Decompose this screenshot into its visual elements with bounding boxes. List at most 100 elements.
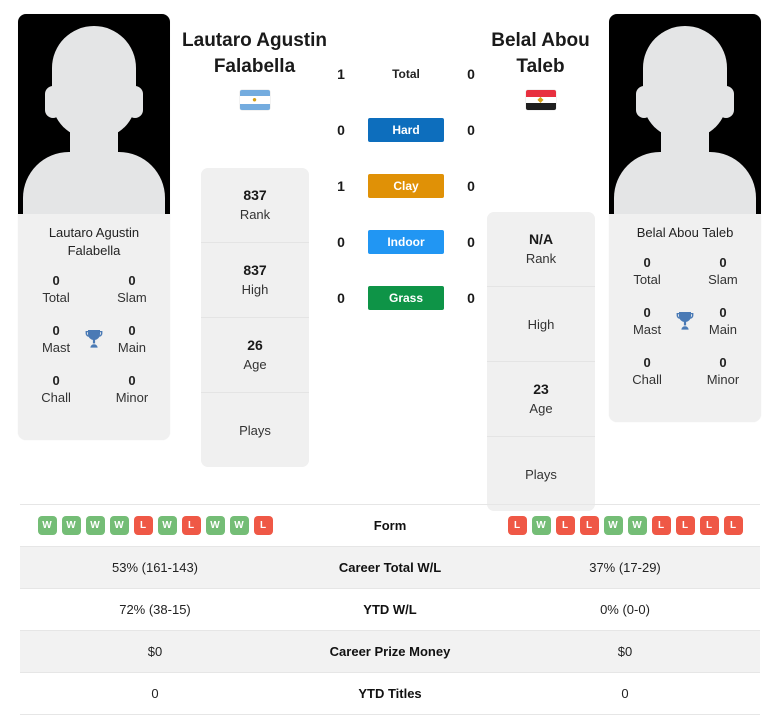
titles-total-right: 0 Total bbox=[623, 254, 671, 288]
surface-score-right-hard: 0 bbox=[467, 122, 475, 138]
high-value-left: 837 bbox=[243, 262, 267, 278]
titles-mast-value-left: 0 bbox=[52, 323, 60, 338]
titles-slam-label-left: Slam bbox=[117, 290, 147, 305]
rank-value-left: 837 bbox=[243, 187, 267, 203]
stat-label-ytd_titles: YTD Titles bbox=[358, 686, 422, 701]
titles-row-chall-minor-right: 0 Chall 0 Minor bbox=[609, 354, 761, 388]
surface-score-left-clay: 1 bbox=[337, 178, 345, 194]
form-chip-left-6[interactable]: L bbox=[181, 516, 201, 535]
titles-main-value-right: 0 bbox=[719, 305, 727, 320]
titles-grid-left: 0 Total 0 Slam 0 Mast 0 Main 0 Chall 0 M… bbox=[18, 272, 170, 440]
titles-mast-left: 0 Mast bbox=[32, 322, 80, 356]
stat-value-left-ytd_wl: 72% (38-15) bbox=[119, 602, 191, 617]
form-chip-right-0[interactable]: L bbox=[507, 516, 527, 535]
comparison-stats-table: W W W W L W L W W L Form L W L L W W L L L L 53% (161-143) Car… bbox=[20, 504, 760, 715]
age-label-right: Age bbox=[529, 401, 553, 416]
stat-label-ytd_wl: YTD W/L bbox=[363, 602, 417, 617]
high-label-left: High bbox=[241, 282, 269, 297]
player-card-right[interactable]: Belal Abou Taleb 0 Total 0 Slam 0 Mast 0… bbox=[609, 14, 761, 422]
form-chip-left-8[interactable]: W bbox=[229, 516, 249, 535]
stat-value-left-career_total_wl: 53% (161-143) bbox=[112, 560, 198, 575]
high-cell-left: 837 High bbox=[201, 243, 309, 318]
form-chip-right-1[interactable]: W bbox=[531, 516, 551, 535]
titles-chall-right: 0 Chall bbox=[623, 354, 671, 388]
egypt-flag-icon: ◆ bbox=[525, 90, 556, 110]
avatar-ear-right bbox=[127, 86, 143, 118]
form-chip-left-0[interactable]: W bbox=[37, 516, 57, 535]
titles-chall-label-right: Chall bbox=[632, 372, 662, 387]
surface-score-right-clay: 0 bbox=[467, 178, 475, 194]
surface-badge-grass: Grass bbox=[368, 286, 444, 310]
form-chip-left-3[interactable]: W bbox=[109, 516, 129, 535]
form-chip-left-4[interactable]: L bbox=[133, 516, 153, 535]
form-chip-left-7[interactable]: W bbox=[205, 516, 225, 535]
titles-slam-value-right: 0 bbox=[719, 255, 727, 270]
stat-label-career_total_wl: Career Total W/L bbox=[338, 560, 442, 575]
titles-spacer-right bbox=[671, 254, 699, 259]
age-value-left: 26 bbox=[247, 337, 263, 353]
surface-row-grass: 0 Grass 0 bbox=[330, 284, 482, 312]
table-row: $0 Career Prize Money $0 bbox=[20, 631, 760, 673]
form-chip-right-4[interactable]: W bbox=[603, 516, 623, 535]
surface-score-left-hard: 0 bbox=[337, 122, 345, 138]
avatar-ear-left bbox=[636, 86, 652, 118]
surface-row-clay: 1 Clay 0 bbox=[330, 172, 482, 200]
stat-value-right-ytd_titles: 0 bbox=[621, 686, 629, 701]
titles-spacer2-left bbox=[80, 372, 108, 377]
titles-chall-value-right: 0 bbox=[643, 355, 651, 370]
stat-value-right-ytd_wl: 0% (0-0) bbox=[600, 602, 650, 617]
player-card-name-right: Belal Abou Taleb bbox=[609, 214, 761, 254]
stat-value-left-ytd_titles: 0 bbox=[151, 686, 159, 701]
age-cell-left: 26 Age bbox=[201, 318, 309, 393]
stat-value-right-career_total_wl: 37% (17-29) bbox=[589, 560, 661, 575]
surface-score-right-total: 0 bbox=[467, 66, 475, 82]
form-chip-right-7[interactable]: L bbox=[675, 516, 695, 535]
titles-chall-label-left: Chall bbox=[41, 390, 71, 405]
form-chip-right-3[interactable]: L bbox=[579, 516, 599, 535]
player-card-name-line1-left: Lautaro Agustin bbox=[48, 225, 140, 240]
form-chip-right-6[interactable]: L bbox=[651, 516, 671, 535]
age-label-left: Age bbox=[243, 357, 267, 372]
titles-mast-value-right: 0 bbox=[643, 305, 651, 320]
high-cell-right: High bbox=[487, 287, 595, 362]
stat-value-right-form: LWLLWWLLLL bbox=[490, 516, 760, 535]
titles-slam-value-left: 0 bbox=[128, 273, 136, 288]
form-chip-left-9[interactable]: L bbox=[253, 516, 273, 535]
surface-row-indoor: 0 Indoor 0 bbox=[330, 228, 482, 256]
rank-label-right: Rank bbox=[525, 251, 557, 266]
form-chip-left-5[interactable]: W bbox=[157, 516, 177, 535]
titles-minor-value-left: 0 bbox=[128, 373, 136, 388]
form-chip-right-2[interactable]: L bbox=[555, 516, 575, 535]
form-chip-right-5[interactable]: W bbox=[627, 516, 647, 535]
surface-badge-hard: Hard bbox=[368, 118, 444, 142]
titles-chall-value-left: 0 bbox=[52, 373, 60, 388]
plays-cell-left: Plays bbox=[201, 393, 309, 467]
sun-emblem-icon: ● bbox=[252, 95, 257, 104]
form-strip-left: WWWWLWLWWL bbox=[20, 516, 290, 535]
titles-row-mast-main-left: 0 Mast 0 Main bbox=[18, 322, 170, 356]
trophy-icon bbox=[671, 304, 699, 333]
rank-stack-left: 837 Rank 837 High 26 Age Plays bbox=[201, 168, 309, 467]
titles-total-label-right: Total bbox=[633, 272, 661, 287]
surface-head-to-head-column: 1 Total 0 0 Hard 0 1 Clay 0 0 Indoor 0 0 Grass 0 bbox=[330, 60, 482, 312]
surface-score-left-indoor: 0 bbox=[337, 234, 345, 250]
form-chip-left-2[interactable]: W bbox=[85, 516, 105, 535]
age-cell-right: 23 Age bbox=[487, 362, 595, 437]
form-strip-right: LWLLWWLLLL bbox=[490, 516, 760, 535]
form-chip-right-8[interactable]: L bbox=[699, 516, 719, 535]
titles-chall-left: 0 Chall bbox=[32, 372, 80, 406]
titles-row-chall-minor-left: 0 Chall 0 Minor bbox=[18, 372, 170, 406]
titles-total-left: 0 Total bbox=[32, 272, 80, 306]
avatar-shoulders bbox=[23, 152, 165, 214]
surface-badge-total: Total bbox=[392, 67, 420, 81]
titles-mast-label-right: Mast bbox=[632, 322, 662, 337]
player-card-left[interactable]: Lautaro Agustin Falabella 0 Total 0 Slam… bbox=[18, 14, 170, 440]
surface-score-left-grass: 0 bbox=[337, 290, 345, 306]
form-chip-right-9[interactable]: L bbox=[723, 516, 743, 535]
trophy-icon bbox=[80, 322, 108, 351]
form-chip-left-1[interactable]: W bbox=[61, 516, 81, 535]
titles-main-label-left: Main bbox=[117, 340, 147, 355]
avatar-shoulders bbox=[614, 152, 756, 214]
titles-minor-value-right: 0 bbox=[719, 355, 727, 370]
titles-total-value-left: 0 bbox=[52, 273, 60, 288]
